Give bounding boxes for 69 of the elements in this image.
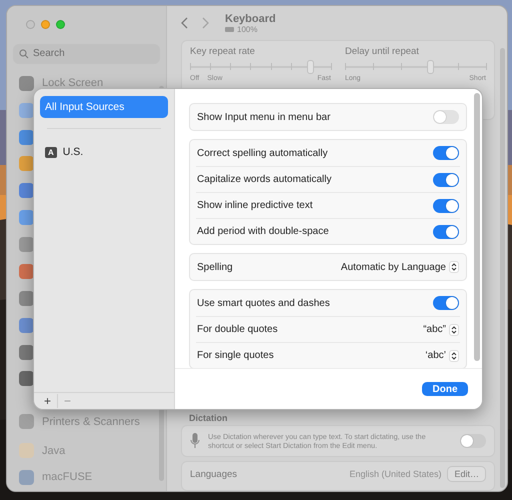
zoom-button[interactable] bbox=[56, 20, 65, 29]
slider-label: Key repeat rate bbox=[190, 46, 256, 57]
app-icon bbox=[19, 264, 34, 279]
keyboard-badge: A bbox=[45, 146, 57, 158]
dictation-toggle[interactable] bbox=[460, 434, 486, 448]
window-title: Keyboard bbox=[225, 12, 276, 24]
sidebar-item[interactable]: Printers & Scanners bbox=[13, 408, 160, 436]
setting-label: For single quotes bbox=[197, 350, 275, 361]
app-icon bbox=[19, 443, 34, 458]
setting-label: For double quotes bbox=[197, 324, 279, 335]
app-icon bbox=[19, 156, 34, 172]
app-icon bbox=[19, 290, 34, 306]
languages-value: English (United States) bbox=[349, 469, 442, 479]
edit-button[interactable]: Edit… bbox=[447, 466, 486, 482]
lock-icon bbox=[19, 76, 34, 91]
section-heading: Dictation bbox=[189, 413, 229, 423]
toggle-switch[interactable] bbox=[433, 146, 459, 160]
remove-button[interactable]: − bbox=[57, 394, 78, 408]
app-icon bbox=[19, 371, 34, 386]
toggle-switch[interactable] bbox=[433, 224, 459, 238]
minimize-button[interactable] bbox=[41, 20, 50, 29]
close-button[interactable] bbox=[26, 20, 35, 29]
app-icon bbox=[19, 237, 34, 252]
popup-menu[interactable]: ‘abc’ bbox=[425, 350, 459, 362]
setting-label: Show inline predictive text bbox=[197, 200, 314, 211]
app-icon bbox=[19, 470, 34, 485]
app-icon bbox=[19, 344, 34, 360]
forward-icon[interactable] bbox=[201, 17, 209, 29]
add-button[interactable]: + bbox=[38, 394, 58, 408]
battery-icon bbox=[225, 26, 235, 32]
chevron-icon bbox=[450, 263, 458, 271]
slider[interactable] bbox=[345, 60, 486, 74]
slider-label: Delay until repeat bbox=[345, 46, 420, 57]
popup-menu[interactable]: “abc” bbox=[423, 324, 459, 336]
search-field[interactable]: Search bbox=[13, 44, 160, 64]
done-button[interactable]: Done bbox=[422, 382, 468, 396]
setting-label: Spelling bbox=[197, 262, 234, 272]
microphone-icon bbox=[190, 433, 200, 449]
printer-icon bbox=[19, 414, 34, 430]
app-icon bbox=[19, 130, 34, 145]
toggle-switch[interactable] bbox=[433, 110, 459, 124]
slider-thumb[interactable] bbox=[426, 60, 434, 74]
app-icon bbox=[19, 318, 34, 333]
slider-thumb[interactable] bbox=[306, 60, 314, 74]
app-icon bbox=[19, 210, 34, 226]
toggle-switch[interactable] bbox=[433, 198, 459, 212]
app-icon bbox=[19, 102, 34, 118]
toggle-switch[interactable] bbox=[433, 172, 459, 186]
setting-label: Capitalize words automatically bbox=[197, 174, 333, 185]
scrollbar[interactable] bbox=[500, 48, 505, 488]
input-source-item[interactable]: All Input Sources bbox=[40, 96, 168, 118]
slider[interactable] bbox=[190, 60, 331, 74]
search-icon bbox=[19, 48, 29, 59]
chevron-icon bbox=[450, 352, 458, 360]
setting-label: Correct spelling automatically bbox=[197, 148, 329, 158]
languages-label: Languages bbox=[190, 468, 238, 480]
setting-label: Use smart quotes and dashes bbox=[197, 298, 331, 308]
scrollbar[interactable] bbox=[474, 93, 480, 361]
back-icon[interactable] bbox=[181, 17, 189, 29]
toggle-switch[interactable] bbox=[433, 296, 459, 310]
input-source-item[interactable]: A U.S. bbox=[40, 141, 168, 163]
battery-level: 100% bbox=[237, 24, 258, 34]
popup-menu[interactable]: Automatic by Language bbox=[340, 261, 459, 273]
sidebar-item[interactable]: Java bbox=[13, 437, 160, 464]
app-icon bbox=[19, 183, 34, 198]
setting-label: Show Input menu in menu bar bbox=[197, 112, 332, 122]
setting-label: Add period with double-space bbox=[197, 226, 330, 237]
chevron-icon bbox=[450, 326, 458, 334]
sidebar-item[interactable]: macFUSE bbox=[13, 464, 160, 491]
